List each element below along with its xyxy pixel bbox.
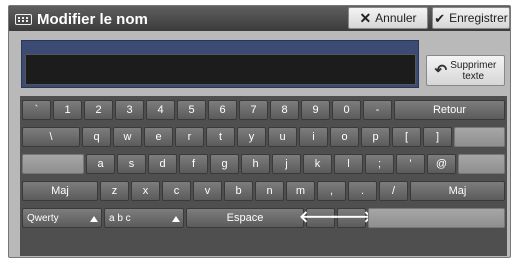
key-9[interactable]: 9: [301, 100, 330, 120]
arrow-right-icon: 🡒: [330, 209, 373, 226]
key-c[interactable]: c: [162, 181, 191, 201]
key-blank-right-2: [458, 154, 505, 174]
name-input[interactable]: [25, 54, 416, 85]
key-1[interactable]: 1: [53, 100, 82, 120]
key-n[interactable]: n: [255, 181, 284, 201]
delete-text-button[interactable]: ↶ Supprimer texte: [426, 55, 505, 86]
key-qwerty-mode[interactable]: Qwerty: [22, 208, 102, 228]
key-l[interactable]: l: [334, 154, 363, 174]
key-3[interactable]: 3: [115, 100, 144, 120]
key-8[interactable]: 8: [270, 100, 299, 120]
key-y[interactable]: y: [237, 127, 266, 147]
key-comma[interactable]: ,: [317, 181, 346, 201]
key-g[interactable]: g: [210, 154, 239, 174]
key-apostrophe[interactable]: ': [396, 154, 425, 174]
key-4[interactable]: 4: [146, 100, 175, 120]
key-right-arrow[interactable]: 🡒: [330, 208, 373, 228]
key-q[interactable]: q: [82, 127, 111, 147]
key-x[interactable]: x: [131, 181, 160, 201]
key-shift-left[interactable]: Maj: [22, 181, 98, 201]
cancel-label: Annuler: [375, 11, 417, 25]
key-space[interactable]: Espace: [186, 208, 304, 228]
key-e[interactable]: e: [144, 127, 173, 147]
key-k[interactable]: k: [303, 154, 332, 174]
key-6[interactable]: 6: [208, 100, 237, 120]
title-text: Modifier le nom: [37, 10, 148, 28]
cancel-button[interactable]: ✕ Annuler: [348, 7, 428, 29]
save-button[interactable]: ✔ Enregistrer: [432, 7, 510, 29]
key-shift-right[interactable]: Maj: [410, 181, 505, 201]
triangle-up-icon: [90, 216, 98, 222]
key-7[interactable]: 7: [239, 100, 268, 120]
key-z[interactable]: z: [100, 181, 129, 201]
key-j[interactable]: j: [272, 154, 301, 174]
key-blank-left: [22, 154, 84, 174]
key-slash[interactable]: /: [379, 181, 408, 201]
key-semicolon[interactable]: ;: [365, 154, 394, 174]
key-u[interactable]: u: [268, 127, 297, 147]
triangle-up-icon: [172, 216, 180, 222]
key-minus[interactable]: -: [363, 100, 392, 120]
key-h[interactable]: h: [241, 154, 270, 174]
close-icon: ✕: [359, 10, 372, 26]
key-b[interactable]: b: [224, 181, 253, 201]
check-icon: ✔: [434, 10, 446, 26]
key-m[interactable]: m: [286, 181, 315, 201]
dialog-title: Modifier le nom: [15, 10, 148, 28]
key-bracket-open[interactable]: [: [392, 127, 421, 147]
key-blank-bottom: [368, 208, 505, 228]
key-backtick[interactable]: `: [22, 100, 51, 120]
key-at[interactable]: @: [427, 154, 456, 174]
key-r[interactable]: r: [175, 127, 204, 147]
keyboard-icon: [15, 13, 32, 25]
virtual-keyboard: ` 1 2 3 4 5 6 7 8 9 0 - Retour \ q w e r…: [20, 96, 507, 256]
key-s[interactable]: s: [117, 154, 146, 174]
key-5[interactable]: 5: [177, 100, 206, 120]
key-f[interactable]: f: [179, 154, 208, 174]
key-v[interactable]: v: [193, 181, 222, 201]
key-period[interactable]: .: [348, 181, 377, 201]
key-0[interactable]: 0: [332, 100, 361, 120]
key-d[interactable]: d: [148, 154, 177, 174]
key-w[interactable]: w: [113, 127, 142, 147]
key-i[interactable]: i: [299, 127, 328, 147]
save-label: Enregistrer: [449, 11, 508, 25]
undo-icon: ↶: [434, 62, 448, 79]
key-bracket-close[interactable]: ]: [423, 127, 452, 147]
key-o[interactable]: o: [330, 127, 359, 147]
key-a[interactable]: a: [86, 154, 115, 174]
delete-text-label: Supprimer texte: [450, 59, 497, 82]
key-2[interactable]: 2: [84, 100, 113, 120]
key-t[interactable]: t: [206, 127, 235, 147]
key-blank-right: [454, 127, 505, 147]
key-abc-mode[interactable]: a b c: [104, 208, 184, 228]
key-p[interactable]: p: [361, 127, 390, 147]
key-backslash[interactable]: \: [22, 127, 80, 147]
key-retour[interactable]: Retour: [394, 100, 505, 120]
